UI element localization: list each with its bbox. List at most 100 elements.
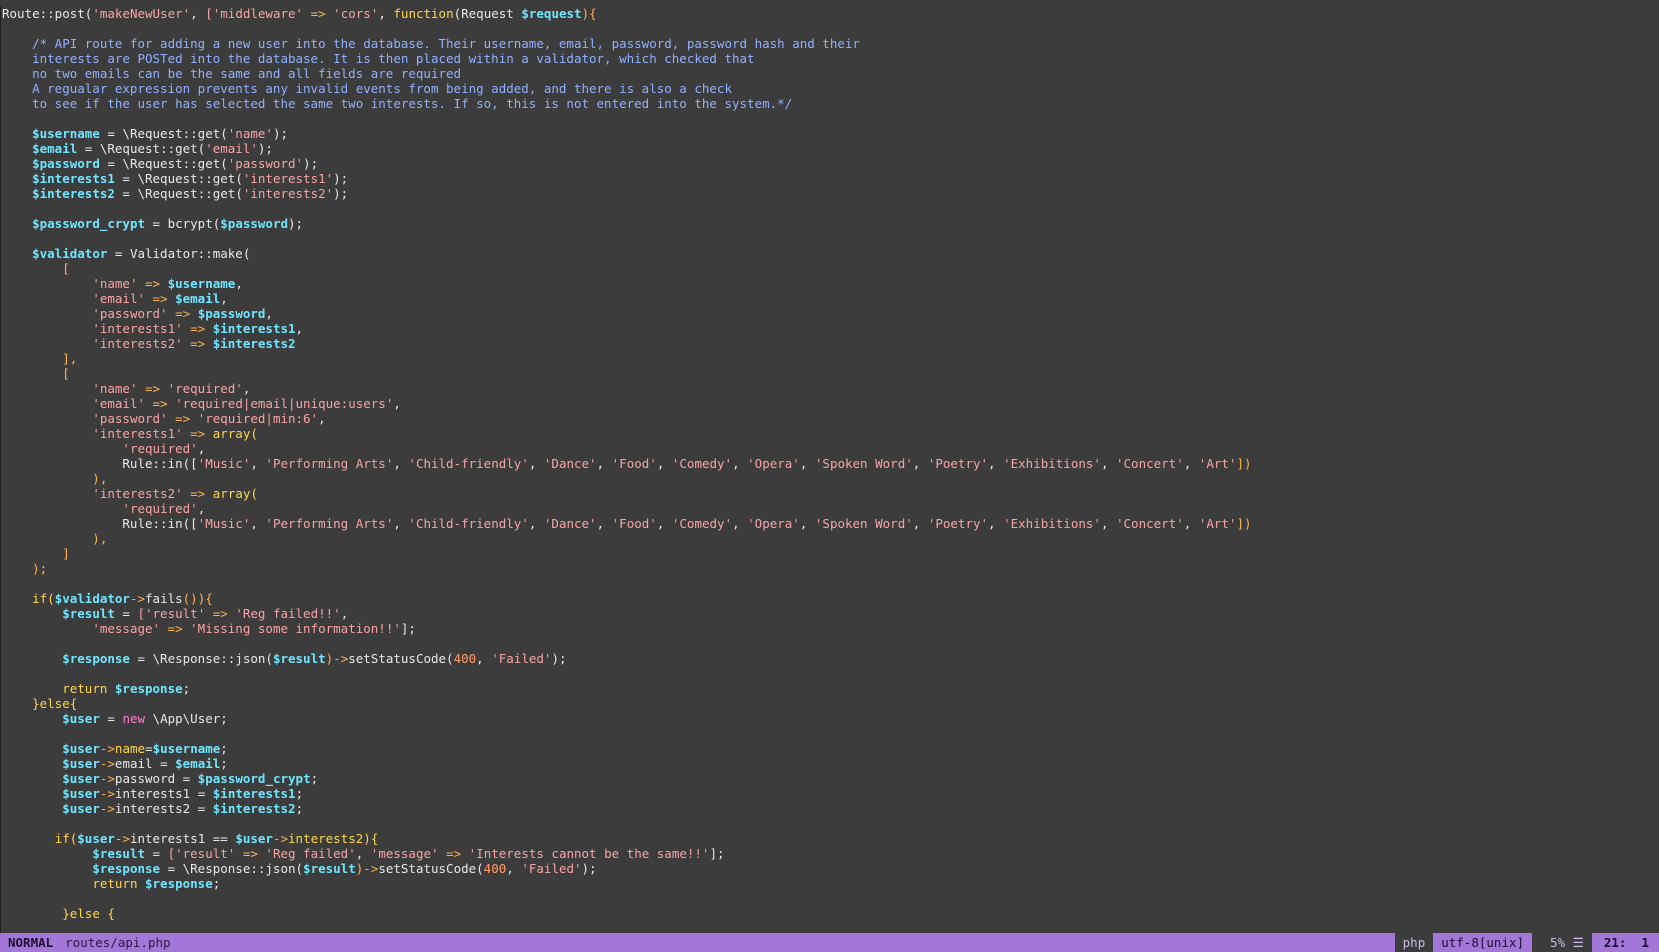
code-line[interactable]: $result = ['result' => 'Reg failed!!', bbox=[1, 606, 1659, 621]
code-token: , bbox=[242, 381, 251, 396]
code-line[interactable]: }else{ bbox=[1, 696, 1659, 711]
code-token: 'Failed' bbox=[491, 651, 552, 666]
code-line[interactable]: 'email' => 'required|email|unique:users'… bbox=[1, 396, 1659, 411]
code-token: => bbox=[167, 411, 198, 426]
code-token: 'Music' bbox=[197, 516, 251, 531]
code-line[interactable]: 'required', bbox=[1, 501, 1659, 516]
code-line[interactable]: $user->email = $email; bbox=[1, 756, 1659, 771]
code-line[interactable] bbox=[1, 201, 1659, 216]
code-token: setStatusCode( bbox=[348, 651, 454, 666]
code-line[interactable]: 'name' => $username, bbox=[1, 276, 1659, 291]
code-line[interactable]: ); bbox=[1, 561, 1659, 576]
code-token: ]; bbox=[709, 846, 725, 861]
code-token: 'required|email|unique:users' bbox=[175, 396, 394, 411]
code-token: $password bbox=[220, 216, 288, 231]
code-token: => bbox=[235, 846, 266, 861]
code-token: ); bbox=[333, 186, 349, 201]
code-line[interactable]: $result = ['result' => 'Reg failed', 'me… bbox=[1, 846, 1659, 861]
code-line[interactable]: $validator = Validator::make( bbox=[1, 246, 1659, 261]
code-token: 'email' bbox=[205, 141, 258, 156]
code-line[interactable]: ] bbox=[1, 546, 1659, 561]
code-line[interactable]: Rule::in(['Music', 'Performing Arts', 'C… bbox=[1, 516, 1659, 531]
code-token: = bbox=[145, 741, 153, 756]
code-token: => bbox=[182, 486, 213, 501]
code-token: ); bbox=[333, 171, 349, 186]
code-line[interactable]: [ bbox=[1, 366, 1659, 381]
code-line[interactable]: $user->interests1 = $interests1; bbox=[1, 786, 1659, 801]
code-line[interactable]: $user = new \App\User; bbox=[1, 711, 1659, 726]
code-line[interactable]: $user->interests2 = $interests2; bbox=[1, 801, 1659, 816]
code-token: 'Exhibitions' bbox=[1003, 516, 1101, 531]
code-line[interactable]: 'password' => 'required|min:6', bbox=[1, 411, 1659, 426]
code-token: = bcrypt( bbox=[145, 216, 221, 231]
code-line[interactable] bbox=[1, 576, 1659, 591]
code-line[interactable]: 'email' => $email, bbox=[1, 291, 1659, 306]
code-token: ; bbox=[212, 876, 221, 891]
code-line[interactable]: $response = \Response::json($result)->se… bbox=[1, 861, 1659, 876]
code-line[interactable]: Route::post('makeNewUser', ['middleware'… bbox=[1, 6, 1659, 21]
code-token: $response bbox=[62, 651, 130, 666]
code-token: /* API route for adding a new user into … bbox=[2, 36, 860, 51]
code-line[interactable]: Rule::in(['Music', 'Performing Arts', 'C… bbox=[1, 456, 1659, 471]
code-line[interactable]: $interests1 = \Request::get('interests1'… bbox=[1, 171, 1659, 186]
code-line[interactable]: 'message' => 'Missing some information!!… bbox=[1, 621, 1659, 636]
code-token: return bbox=[62, 681, 115, 696]
code-line[interactable]: 'interests1' => $interests1, bbox=[1, 321, 1659, 336]
code-line[interactable]: if($validator->fails()){ bbox=[1, 591, 1659, 606]
code-token: , bbox=[596, 516, 612, 531]
code-token: (Request bbox=[453, 6, 522, 21]
code-editor[interactable]: Route::post('makeNewUser', ['middleware'… bbox=[0, 6, 1659, 933]
code-line[interactable] bbox=[1, 21, 1659, 36]
code-token: 'Food' bbox=[611, 456, 657, 471]
code-line[interactable]: $interests2 = \Request::get('interests2'… bbox=[1, 186, 1659, 201]
code-line[interactable]: 'interests2' => $interests2 bbox=[1, 336, 1659, 351]
code-line[interactable]: no two emails can be the same and all fi… bbox=[1, 66, 1659, 81]
code-line[interactable]: ), bbox=[1, 531, 1659, 546]
code-line[interactable]: 'interests2' => array( bbox=[1, 486, 1659, 501]
code-token: 'interests1' bbox=[92, 426, 183, 441]
code-line[interactable]: 'required', bbox=[1, 441, 1659, 456]
code-token: $validator bbox=[32, 246, 108, 261]
code-line[interactable] bbox=[1, 726, 1659, 741]
code-line[interactable]: /* API route for adding a new user into … bbox=[1, 36, 1659, 51]
code-token: => bbox=[145, 291, 176, 306]
code-line[interactable]: 'password' => $password, bbox=[1, 306, 1659, 321]
code-line[interactable]: $user->name=$username; bbox=[1, 741, 1659, 756]
code-line[interactable]: $user->password = $password_crypt; bbox=[1, 771, 1659, 786]
code-line[interactable] bbox=[1, 636, 1659, 651]
code-token: 'Reg failed!!' bbox=[235, 606, 341, 621]
code-token: interests1 == bbox=[129, 831, 236, 846]
code-token: $email bbox=[175, 291, 221, 306]
code-line[interactable]: $email = \Request::get('email'); bbox=[1, 141, 1659, 156]
code-line[interactable] bbox=[1, 666, 1659, 681]
code-line[interactable]: interests are POSTed into the database. … bbox=[1, 51, 1659, 66]
code-token: $user bbox=[235, 831, 273, 846]
code-token: ){ bbox=[581, 6, 597, 21]
code-line[interactable]: if($user->interests1 == $user->interests… bbox=[1, 831, 1659, 846]
code-line[interactable]: 'interests1' => array( bbox=[1, 426, 1659, 441]
code-line[interactable]: $password_crypt = bcrypt($password); bbox=[1, 216, 1659, 231]
code-line[interactable] bbox=[1, 891, 1659, 906]
code-line[interactable]: $password = \Request::get('password'); bbox=[1, 156, 1659, 171]
code-line[interactable]: $username = \Request::get('name'); bbox=[1, 126, 1659, 141]
code-line[interactable]: 'name' => 'required', bbox=[1, 381, 1659, 396]
code-line[interactable] bbox=[1, 816, 1659, 831]
code-line[interactable] bbox=[1, 231, 1659, 246]
code-line[interactable]: return $response; bbox=[1, 876, 1659, 891]
code-line[interactable]: ), bbox=[1, 471, 1659, 486]
code-token: ; bbox=[220, 756, 228, 771]
code-line[interactable]: }else { bbox=[1, 906, 1659, 921]
code-line[interactable]: ], bbox=[1, 351, 1659, 366]
code-line[interactable]: $response = \Response::json($result)->se… bbox=[1, 651, 1659, 666]
code-line[interactable]: A regualar expression prevents any inval… bbox=[1, 81, 1659, 96]
code-token: , bbox=[393, 456, 409, 471]
code-line[interactable]: return $response; bbox=[1, 681, 1659, 696]
code-line[interactable]: [ bbox=[1, 261, 1659, 276]
code-token: ]; bbox=[400, 621, 416, 636]
code-line[interactable]: to see if the user has selected the same… bbox=[1, 96, 1659, 111]
code-token: ); bbox=[581, 861, 597, 876]
code-line[interactable] bbox=[1, 111, 1659, 126]
